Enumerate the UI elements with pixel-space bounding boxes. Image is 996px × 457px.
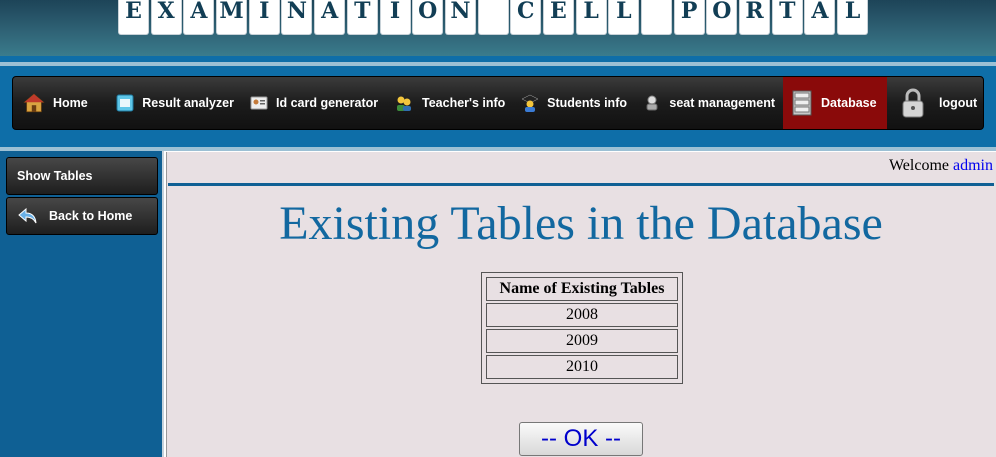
- ok-button[interactable]: -- OK --: [519, 422, 643, 456]
- title-letter-tile: A: [314, 0, 346, 35]
- title-letter-tile: L: [837, 0, 869, 35]
- sidebar-item-back-to-home[interactable]: Back to Home: [6, 197, 158, 235]
- title-letter-tile: E: [118, 0, 149, 35]
- nav-label-database: Database: [821, 96, 877, 110]
- chart-icon: [116, 92, 134, 114]
- page-title: Existing Tables in the Database: [279, 197, 883, 250]
- nav-wrapper: Home Result analyzer Id card generator T…: [0, 66, 996, 141]
- table-cell: 2010: [486, 355, 678, 379]
- title-letter-tile: I: [379, 0, 411, 35]
- welcome-prefix: Welcome: [888, 157, 949, 174]
- nav-label-result-analyzer: Result analyzer: [142, 96, 234, 110]
- table-cell: 2009: [486, 329, 678, 353]
- title-letter-tile: [477, 0, 509, 35]
- title-letter-tile: O: [706, 0, 738, 35]
- nav-item-database[interactable]: Database: [783, 77, 887, 129]
- title-letter-tile: N: [444, 0, 476, 35]
- title-letter-tile: A: [183, 0, 215, 35]
- table-cell: 2008: [486, 303, 678, 327]
- title-letter-tile: O: [412, 0, 444, 35]
- table-row: 2008: [486, 303, 678, 327]
- sidebar-item-show-tables[interactable]: Show Tables: [6, 157, 158, 195]
- nav-item-students-info[interactable]: Students info: [513, 77, 635, 129]
- sidebar: Show Tables Back to Home: [0, 151, 164, 457]
- main-content: Welcome admin Existing Tables in the Dat…: [166, 152, 996, 457]
- header-banner: EXAMINATION CELL PORTAL: [0, 0, 996, 56]
- welcome-message: Welcome admin: [889, 157, 993, 175]
- table-header: Name of Existing Tables: [486, 277, 678, 301]
- title-letter-tile: T: [346, 0, 378, 35]
- table-header-row: Name of Existing Tables: [486, 277, 678, 301]
- sidebar-label-show-tables: Show Tables: [17, 169, 93, 183]
- title-letter-tile: L: [608, 0, 640, 35]
- database-icon: [791, 90, 813, 116]
- title-letter-tile: T: [771, 0, 803, 35]
- nav-item-teachers-info[interactable]: Teacher's info: [386, 77, 513, 129]
- sidebar-label-back-to-home: Back to Home: [49, 209, 133, 223]
- title-letter-tile: X: [150, 0, 182, 35]
- title-letter-tile: N: [281, 0, 313, 35]
- title-letter-tile: R: [739, 0, 771, 35]
- nav-label-home: Home: [53, 96, 88, 110]
- back-arrow-icon: [17, 206, 39, 226]
- title-letter-tile: E: [542, 0, 574, 35]
- main-navbar: Home Result analyzer Id card generator T…: [12, 76, 984, 130]
- title-letter-tile: A: [804, 0, 836, 35]
- title-letter-tile: I: [248, 0, 280, 35]
- nav-label-id-card-generator: Id card generator: [276, 96, 379, 110]
- nav-item-logout[interactable]: logout: [887, 77, 983, 129]
- nav-label-seat-management: seat management: [669, 96, 775, 110]
- title-letter-tile: [641, 0, 672, 35]
- nav-item-seat-management[interactable]: seat management: [635, 77, 783, 129]
- table-row: 2009: [486, 329, 678, 353]
- title-letter-tile: C: [510, 0, 542, 35]
- seat-icon: [643, 92, 661, 114]
- nav-item-id-card-generator[interactable]: Id card generator: [242, 77, 386, 129]
- padlock-icon: [901, 87, 925, 119]
- portal-title: EXAMINATION CELL PORTAL: [118, 0, 870, 36]
- title-letter-tile: M: [216, 0, 248, 35]
- group-icon: [394, 92, 414, 114]
- nav-label-teachers-info: Teacher's info: [422, 96, 506, 110]
- nav-label-students-info: Students info: [547, 96, 627, 110]
- nav-label-logout: logout: [939, 96, 978, 110]
- nav-item-home[interactable]: Home: [13, 77, 108, 129]
- student-icon: [521, 92, 539, 114]
- title-letter-tile: L: [575, 0, 607, 35]
- title-letter-tile: P: [673, 0, 705, 35]
- house-icon: [23, 92, 45, 114]
- nav-item-result-analyzer[interactable]: Result analyzer: [108, 77, 242, 129]
- tables-list: Name of Existing Tables 2008 2009 2010: [481, 272, 683, 384]
- username-link[interactable]: admin: [953, 157, 993, 174]
- table-row: 2010: [486, 355, 678, 379]
- content-divider: [168, 183, 994, 186]
- id-card-icon: [250, 92, 268, 114]
